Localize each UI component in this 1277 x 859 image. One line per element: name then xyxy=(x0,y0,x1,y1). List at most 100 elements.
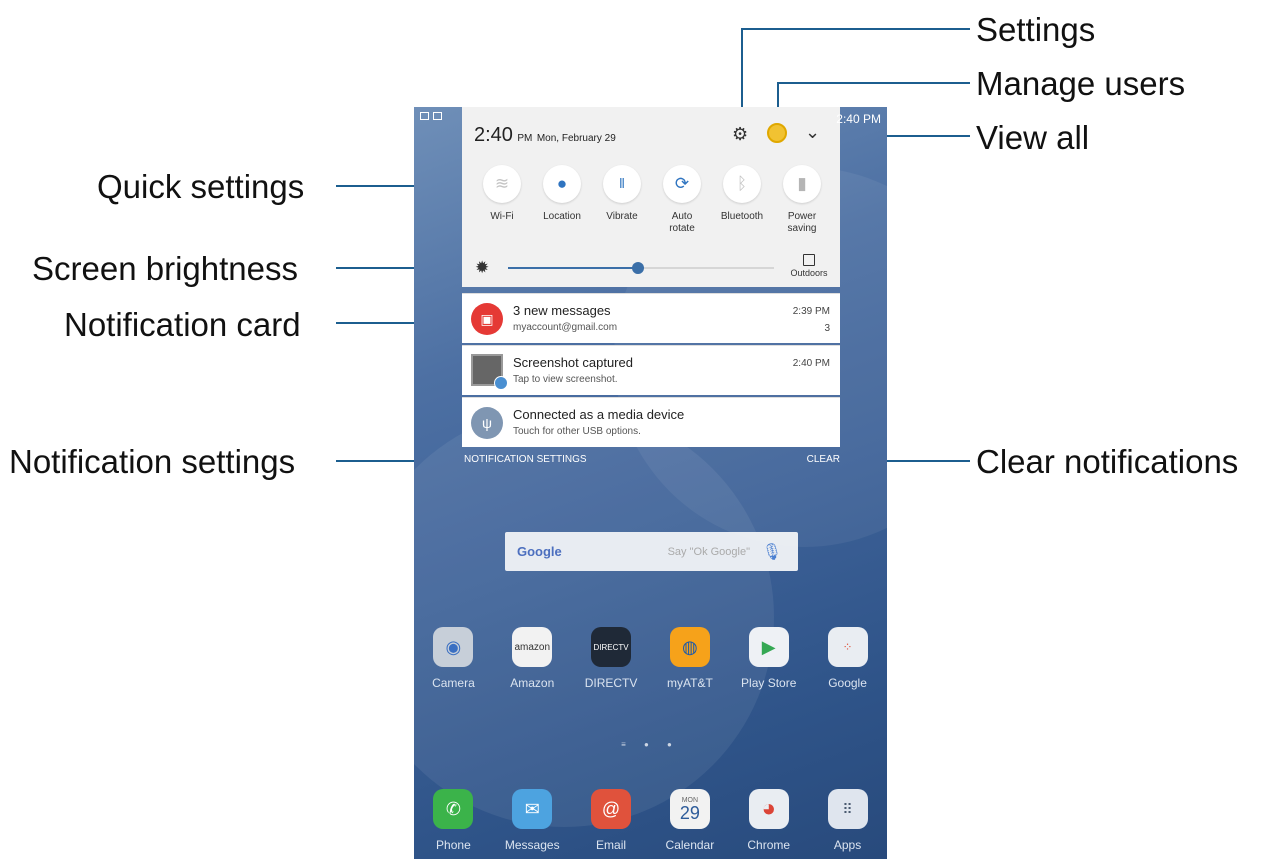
tile-wifi[interactable]: ≋ Wi-Fi xyxy=(472,165,532,235)
callout-screen-brightness: Screen brightness xyxy=(32,250,298,287)
tablet-screen: 2:40 PM 2:40 PM Mon, February 29 ⚙ ⌄ ≋ W… xyxy=(414,107,887,859)
app-camera[interactable]: ◉ Camera xyxy=(417,627,489,690)
app-label: Google xyxy=(828,676,867,690)
callout-settings: Settings xyxy=(976,11,1096,48)
panel-date: Mon, February 29 xyxy=(536,133,616,144)
google-logo: Google xyxy=(517,544,562,559)
brightness-icon: ✹ xyxy=(475,258,490,277)
tile-label: Location xyxy=(543,211,581,222)
battery-icon: ▮ xyxy=(783,165,821,203)
tile-bluetooth[interactable]: ᛒ Bluetooth xyxy=(712,165,772,235)
leader-manage-users xyxy=(777,82,970,84)
app-email[interactable]: @ Email xyxy=(575,789,647,852)
app-label: DIRECTV xyxy=(584,676,638,690)
tile-power-saving[interactable]: ▮ Power saving xyxy=(772,165,832,235)
app-label: Phone xyxy=(436,838,471,852)
wifi-icon: ≋ xyxy=(483,165,521,203)
chrome-icon: ◕ xyxy=(748,789,789,829)
notification-card[interactable]: Screenshot captured Tap to view screensh… xyxy=(462,345,840,395)
google-folder-icon: ⁘ xyxy=(827,627,868,667)
tile-vibrate[interactable]: ⦀ Vibrate xyxy=(592,165,652,235)
callout-notification-settings: Notification settings xyxy=(9,443,296,480)
app-apps[interactable]: ⠿ Apps xyxy=(812,789,884,852)
google-search-bar[interactable]: Google Say "Ok Google" 🎙 xyxy=(505,532,798,571)
notification-card[interactable]: ▣ 3 new messages myaccount@gmail.com 2:3… xyxy=(462,293,840,343)
app-label: myAT&T xyxy=(667,676,713,690)
panel-time: 2:40 xyxy=(474,124,513,146)
home-app-row: ◉ Camera amazon Amazon DIRECTV DIRECTV ◍… xyxy=(414,627,887,690)
notification-settings-button[interactable]: NOTIFICATION SETTINGS xyxy=(464,454,587,465)
app-label: Chrome xyxy=(747,838,791,852)
usb-icon: ψ xyxy=(471,407,503,439)
clear-button[interactable]: CLEAR xyxy=(807,454,840,465)
notification-time: 2:40 PM xyxy=(792,358,830,369)
camera-icon: ◉ xyxy=(433,627,474,667)
tile-label: Vibrate xyxy=(606,211,638,222)
messages-icon: ✉ xyxy=(512,789,553,829)
calendar-date: 29 xyxy=(679,802,700,823)
notification-title: 3 new messages xyxy=(513,303,611,318)
notification-panel: 2:40 PM Mon, February 29 ⚙ ⌄ ≋ Wi-Fi ● L… xyxy=(462,107,840,465)
screenshot-badge-icon xyxy=(494,376,508,390)
outdoors-checkbox[interactable] xyxy=(803,254,815,266)
dock: ✆ Phone ✉ Messages @ Email MON 29 Calend… xyxy=(414,789,887,852)
app-label: Messages xyxy=(504,838,560,852)
notification-title: Screenshot captured xyxy=(513,355,633,370)
email-icon: @ xyxy=(591,789,632,829)
panel-clock: 2:40 PM Mon, February 29 xyxy=(474,124,616,147)
app-label: Camera xyxy=(432,676,475,690)
rotate-icon: ⟳ xyxy=(663,165,701,203)
app-chrome[interactable]: ◕ Chrome xyxy=(733,789,805,852)
app-myatt[interactable]: ◍ myAT&T xyxy=(654,627,726,690)
tile-label: Power saving xyxy=(787,211,817,234)
tile-auto-rotate[interactable]: ⟳ Auto rotate xyxy=(652,165,712,235)
brightness-slider[interactable] xyxy=(508,262,774,274)
gear-icon[interactable]: ⚙ xyxy=(732,124,748,145)
brightness-slider-thumb[interactable] xyxy=(632,262,645,274)
brightness-row: ✹ Outdoors xyxy=(462,254,840,285)
callout-clear-notifications: Clear notifications xyxy=(976,443,1239,480)
callout-quick-settings: Quick settings xyxy=(97,168,305,205)
app-amazon[interactable]: amazon Amazon xyxy=(496,627,568,690)
app-google-folder[interactable]: ⁘ Google xyxy=(812,627,884,690)
app-label: Play Store xyxy=(741,676,797,690)
tile-label: Bluetooth xyxy=(720,211,764,222)
app-play-store[interactable]: ▶ Play Store xyxy=(733,627,805,690)
callout-manage-users: Manage users xyxy=(976,65,1186,102)
quick-settings-area: 2:40 PM Mon, February 29 ⚙ ⌄ ≋ Wi-Fi ● L… xyxy=(462,107,840,287)
outdoors-label: Outdoors xyxy=(790,268,828,278)
tile-label: Auto rotate xyxy=(669,211,695,234)
app-label: Amazon xyxy=(510,676,555,690)
location-icon: ● xyxy=(543,165,581,203)
app-messages[interactable]: ✉ Messages xyxy=(496,789,568,852)
page-indicator: ≡ ● ● xyxy=(621,740,680,749)
app-directv[interactable]: DIRECTV DIRECTV xyxy=(575,627,647,690)
app-calendar[interactable]: MON 29 Calendar xyxy=(654,789,726,852)
outdoors-toggle[interactable]: Outdoors xyxy=(784,254,834,278)
leader-settings xyxy=(741,28,970,30)
notification-subtitle: Touch for other USB options. xyxy=(513,426,641,437)
notification-subtitle: Tap to view screenshot. xyxy=(513,374,618,385)
app-label: Apps xyxy=(833,838,862,852)
status-time: 2:40 PM xyxy=(836,112,881,126)
mic-icon[interactable]: 🎙 xyxy=(762,542,782,562)
notification-subtitle: myaccount@gmail.com xyxy=(513,322,618,333)
app-label: Calendar xyxy=(665,838,715,852)
apps-grid-icon: ⠿ xyxy=(827,789,868,829)
bluetooth-icon: ᛒ xyxy=(723,165,761,203)
search-hint: Say "Ok Google" xyxy=(667,546,750,558)
play-store-icon: ▶ xyxy=(748,627,789,667)
notification-card[interactable]: ψ Connected as a media device Touch for … xyxy=(462,397,840,447)
notification-time: 2:39 PM xyxy=(792,306,830,317)
notification-count: 3 xyxy=(824,323,830,334)
notification-title: Connected as a media device xyxy=(513,407,685,422)
amazon-icon: amazon xyxy=(512,627,553,667)
calendar-icon: MON 29 xyxy=(669,789,710,829)
vibrate-icon: ⦀ xyxy=(603,165,641,203)
app-label: Email xyxy=(596,838,627,852)
app-phone[interactable]: ✆ Phone xyxy=(417,789,489,852)
phone-icon: ✆ xyxy=(433,789,474,829)
screenshot-status-icon xyxy=(420,112,429,120)
brightness-slider-fill xyxy=(508,267,639,269)
tile-location[interactable]: ● Location xyxy=(532,165,592,235)
